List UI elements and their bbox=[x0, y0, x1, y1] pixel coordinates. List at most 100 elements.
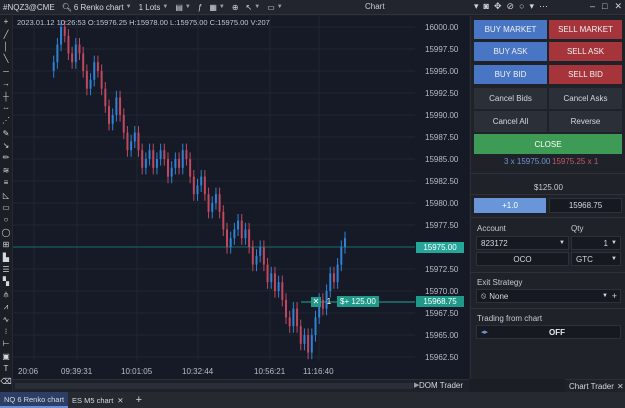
dots-icon[interactable]: ⁝ bbox=[0, 326, 13, 338]
pitchfork-icon[interactable]: ⫛ bbox=[0, 289, 13, 301]
gann-icon[interactable]: ⊞ bbox=[0, 239, 13, 251]
price-chart[interactable]: 16000.00 15997.50 15995.00 15992.50 15990.00… bbox=[13, 16, 469, 379]
pencil-icon[interactable]: ✏ bbox=[0, 152, 13, 164]
trading-from-chart-toggle[interactable]: ◂▸ OFF bbox=[476, 325, 621, 339]
dotted-line-icon[interactable]: ┄ bbox=[0, 103, 13, 115]
add-icon[interactable]: + bbox=[612, 291, 617, 301]
add-tab-button[interactable]: + bbox=[128, 392, 150, 408]
vertical-line-icon[interactable]: │ bbox=[0, 41, 13, 53]
volume-profile-icon[interactable]: ▚ bbox=[0, 276, 13, 288]
sell-market-button[interactable]: SELL MARKET bbox=[549, 20, 622, 39]
candle-body bbox=[104, 88, 107, 107]
price-tick-label: 15980.00 bbox=[425, 199, 459, 208]
expand-icon[interactable]: ✥ bbox=[494, 1, 502, 12]
fib-fan-icon[interactable]: ≋ bbox=[0, 165, 13, 177]
reverse-button[interactable]: Reverse bbox=[549, 111, 622, 132]
chevron-down-icon: ▼ bbox=[125, 4, 132, 10]
ellipse-icon[interactable]: ◯ bbox=[0, 227, 13, 239]
note-icon[interactable]: ▣ bbox=[0, 351, 13, 363]
buy-market-button[interactable]: BUY MARKET bbox=[474, 20, 547, 39]
indicators-button[interactable]: ƒ bbox=[198, 3, 202, 12]
cancel-asks-button[interactable]: Cancel Asks bbox=[549, 88, 622, 109]
time-tick-label: 20:06 bbox=[18, 367, 39, 376]
position-sell-info: 15975.25 x 1 bbox=[552, 157, 599, 166]
exit-strategy-label: Exit Strategy bbox=[477, 278, 523, 287]
lots-selector[interactable]: 1 Lots ▼ bbox=[139, 3, 169, 12]
cursor-button[interactable]: ↖ ▼ bbox=[246, 3, 261, 12]
chart-style-button[interactable]: ▤ ▼ bbox=[175, 3, 191, 12]
bars-pattern-icon[interactable]: ▙ bbox=[0, 251, 13, 263]
horizontal-line-icon[interactable]: ─ bbox=[0, 66, 13, 78]
templates-button[interactable]: ▦ ▼ bbox=[209, 3, 225, 12]
position-marker[interactable]: ✕ 1 $+ 125.00 bbox=[311, 296, 379, 307]
sell-bid-button[interactable]: SELL BID bbox=[549, 65, 622, 84]
maximize-icon[interactable]: □ bbox=[602, 1, 607, 12]
close-icon[interactable]: ✕ bbox=[117, 396, 123, 405]
candle-body bbox=[214, 194, 217, 203]
close-icon[interactable]: ✕ bbox=[614, 1, 622, 12]
account-select[interactable]: 823172 ▼ bbox=[476, 236, 569, 250]
buy-ask-button[interactable]: BUY ASK bbox=[474, 42, 547, 61]
chevron-down-icon[interactable]: ▾ bbox=[474, 1, 479, 12]
cancel-all-button[interactable]: Cancel All bbox=[474, 111, 547, 132]
sell-ask-button[interactable]: SELL ASK bbox=[549, 42, 622, 61]
rectangle-icon[interactable]: ▭ bbox=[0, 202, 13, 214]
close-position-icon[interactable]: ✕ bbox=[311, 296, 321, 307]
brush-icon[interactable]: ✎ bbox=[0, 128, 13, 140]
triangle-icon[interactable]: ◺ bbox=[0, 189, 13, 201]
close-icon[interactable]: ✕ bbox=[617, 382, 624, 391]
cursor-icon: ↖ bbox=[245, 2, 253, 12]
price-tick-label: 15992.50 bbox=[425, 89, 459, 98]
candle-body bbox=[189, 159, 192, 177]
arrow-icon[interactable]: ↘ bbox=[0, 140, 13, 152]
ruler-icon[interactable]: ⊢ bbox=[0, 338, 13, 350]
color-circle-icon[interactable]: ○ bbox=[519, 1, 524, 12]
pnl-value: $125.00 bbox=[534, 183, 563, 192]
crosshair-icon[interactable]: + bbox=[0, 16, 13, 28]
chevron-down-icon: ▼ bbox=[254, 4, 261, 10]
candle-body bbox=[277, 282, 280, 291]
top-toolbar: #NQZ3@CME 🔍︎ 6 Renko chart ▼ 1 Lots ▼ ▤ ▼… bbox=[0, 0, 625, 15]
fib-icon[interactable]: ≡ bbox=[0, 177, 13, 189]
dom-trader-tab[interactable]: DOM Trader bbox=[419, 381, 463, 390]
text-icon[interactable]: T bbox=[0, 363, 13, 375]
cycle-icon[interactable]: ∿ bbox=[0, 313, 13, 325]
chart-type-selector[interactable]: 🔍︎ 6 Renko chart ▼ bbox=[62, 3, 132, 12]
chevron-down-icon[interactable]: ▾ bbox=[530, 1, 535, 12]
zoom-button[interactable]: ⊕ bbox=[232, 3, 239, 12]
settings-icon[interactable]: ⋯ bbox=[539, 1, 548, 12]
trend-line-icon[interactable]: ╱ bbox=[0, 28, 13, 40]
close-button[interactable]: CLOSE bbox=[474, 134, 622, 154]
toggle-arrows-icon: ◂▸ bbox=[481, 329, 489, 336]
qty-select[interactable]: 1 ▼ bbox=[571, 236, 621, 250]
minimize-icon[interactable]: – bbox=[590, 1, 595, 12]
circle-icon[interactable]: ○ bbox=[0, 214, 13, 226]
delete-icon[interactable]: ⌫ bbox=[0, 375, 13, 387]
levels-icon[interactable]: ☰ bbox=[0, 264, 13, 276]
regression-icon[interactable]: ⩘ bbox=[0, 301, 13, 313]
instrument-selector[interactable]: #NQZ3@CME bbox=[3, 3, 55, 12]
candle-body bbox=[115, 97, 118, 115]
tif-select[interactable]: GTC ▼ bbox=[571, 252, 621, 266]
horizontal-scrollbar[interactable] bbox=[15, 383, 413, 389]
panel-toggle-button[interactable]: ▭ ▼ bbox=[267, 3, 283, 12]
buy-bid-button[interactable]: BUY BID bbox=[474, 65, 547, 84]
oco-button[interactable]: OCO bbox=[476, 252, 569, 266]
ray-icon[interactable]: ╲ bbox=[0, 53, 13, 65]
offset-price-field[interactable]: 15968.75 bbox=[549, 198, 622, 213]
cross-line-icon[interactable]: ┼ bbox=[0, 90, 13, 102]
link-icon[interactable]: ⊘ bbox=[507, 1, 515, 12]
tab-nq-renko[interactable]: NQ 6 Renko chart bbox=[0, 392, 69, 408]
candle-body bbox=[248, 229, 251, 247]
chart-trader-tab[interactable]: Chart Trader bbox=[569, 382, 614, 391]
candle-body bbox=[96, 62, 99, 71]
offset-button[interactable]: +1.0 bbox=[474, 198, 546, 213]
arrow-line-icon[interactable]: → bbox=[0, 78, 13, 90]
cancel-bids-button[interactable]: Cancel Bids bbox=[474, 88, 547, 109]
chart-canvas[interactable]: 16000.00 15997.50 15995.00 15992.50 15990.00… bbox=[13, 16, 469, 379]
tab-label: ES M5 chart bbox=[72, 395, 114, 405]
channel-icon[interactable]: ⋰ bbox=[0, 115, 13, 127]
camera-icon[interactable]: ◙ bbox=[484, 1, 489, 12]
tab-es-m5[interactable]: ES M5 chart ✕ bbox=[68, 392, 128, 408]
exit-strategy-select[interactable]: ⦸ None ▼ + bbox=[476, 289, 621, 303]
